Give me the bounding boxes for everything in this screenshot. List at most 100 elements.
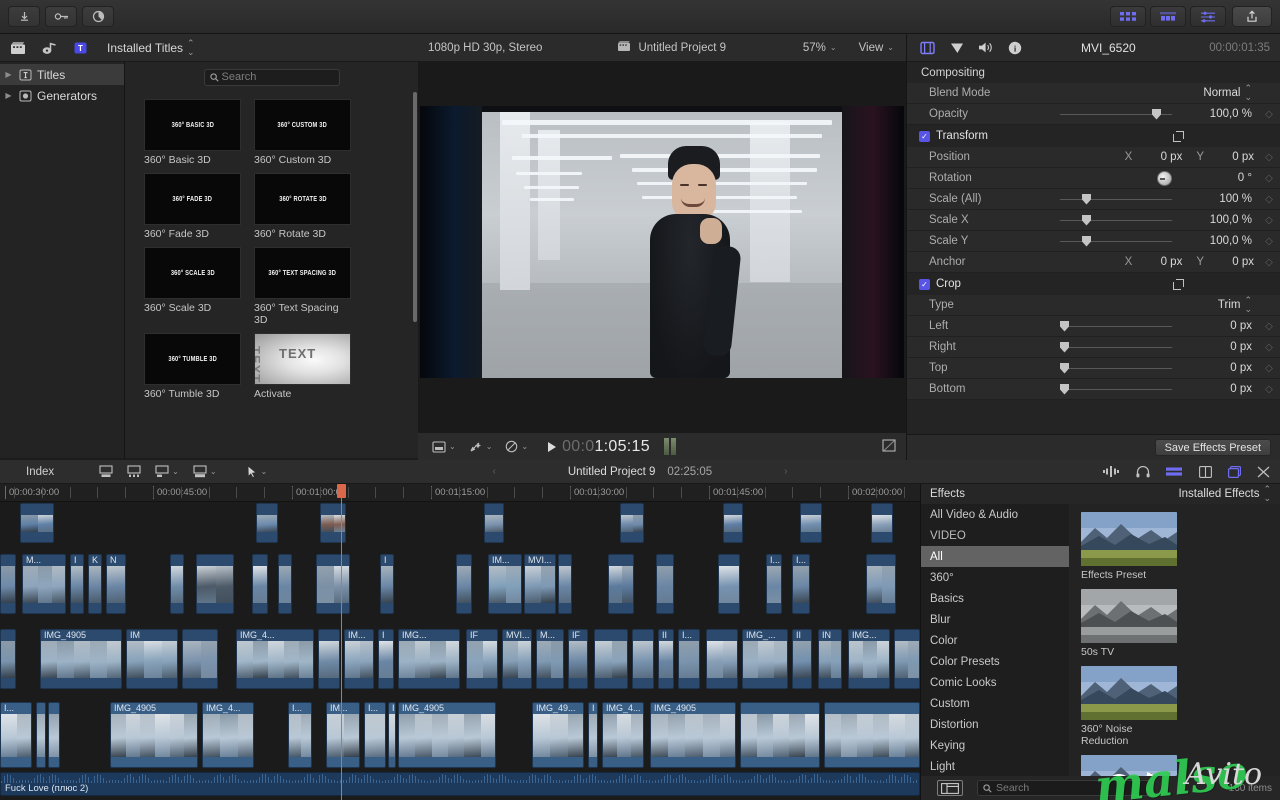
timeline-clip[interactable]: IMG...: [398, 629, 460, 689]
timeline-primary-clip[interactable]: IMG_4...: [202, 702, 254, 768]
title-item[interactable]: 360° TEXT SPACING 3D 360° Text Spacing 3D: [254, 247, 351, 326]
timeline-primary-clip[interactable]: I...: [288, 702, 312, 768]
effects-category-item[interactable]: Basics: [921, 588, 1069, 609]
title-item[interactable]: 360° BASIC 3D 360° Basic 3D: [144, 99, 241, 166]
clip-appearance-icon[interactable]: ⌄: [155, 465, 179, 478]
timeline-clip[interactable]: II: [792, 629, 812, 689]
timeline-toggle-icon[interactable]: [1150, 6, 1186, 27]
timeline-clip[interactable]: [800, 503, 822, 543]
timeline-clip[interactable]: IM: [126, 629, 178, 689]
forward-arrow-icon[interactable]: ›: [784, 466, 787, 477]
search-input[interactable]: Search: [203, 68, 340, 86]
timeline-clip[interactable]: [894, 629, 920, 689]
timeline-clip[interactable]: IMG_4...: [236, 629, 314, 689]
crop-row[interactable]: Left 0 px ◇: [907, 316, 1280, 337]
crop-onscreen-controls-icon[interactable]: [1172, 277, 1185, 291]
transform-row[interactable]: Scale X 100,0 % ◇: [907, 210, 1280, 231]
title-item[interactable]: 360° FADE 3D 360° Fade 3D: [144, 173, 241, 240]
timeline-clip[interactable]: [278, 554, 292, 614]
timeline-clip[interactable]: [316, 554, 350, 614]
background-tasks-icon[interactable]: [82, 6, 114, 27]
timeline-index-button[interactable]: Index: [26, 466, 54, 478]
timeline-clip[interactable]: [871, 503, 893, 543]
title-thumbnail[interactable]: TEXT TEXT: [254, 333, 351, 385]
opacity-slider[interactable]: [1060, 108, 1172, 120]
angle-editor-icon[interactable]: [1199, 465, 1212, 478]
timeline-primary-clip[interactable]: [48, 702, 60, 768]
timeline-clip[interactable]: IM...: [344, 629, 374, 689]
effect-item[interactable]: Effects Preset: [1081, 512, 1177, 581]
position-xy[interactable]: X0 px Y 0 px: [1125, 151, 1254, 163]
title-item[interactable]: TEXT TEXT Activate: [254, 333, 351, 400]
effects-category-item[interactable]: All: [921, 546, 1069, 567]
audio-lanes-icon[interactable]: [1166, 466, 1183, 477]
connect-icon[interactable]: [1257, 466, 1270, 478]
disclosure-triangle-icon[interactable]: ▶: [4, 70, 13, 79]
timeline-clip[interactable]: IMG...: [848, 629, 890, 689]
installed-effects-popup[interactable]: Installed Effects ⌃ ⌄: [1178, 485, 1271, 503]
crop-row[interactable]: Right 0 px ◇: [907, 337, 1280, 358]
effects-icon[interactable]: ⌄: [469, 441, 492, 453]
timeline-clip[interactable]: [608, 554, 634, 614]
blend-mode-row[interactable]: Blend Mode Normal ⌃ ⌄: [907, 83, 1280, 104]
browser-scrollbar[interactable]: [413, 92, 417, 322]
effects-category-item[interactable]: All Video & Audio: [921, 504, 1069, 525]
timeline-clip[interactable]: I...: [678, 629, 700, 689]
title-thumbnail[interactable]: 360° FADE 3D: [144, 173, 241, 225]
timeline-clip[interactable]: [20, 503, 54, 543]
info-inspector-icon[interactable]: i: [1006, 40, 1023, 56]
video-inspector-icon[interactable]: [919, 40, 936, 56]
title-item[interactable]: 360° SCALE 3D 360° Scale 3D: [144, 247, 241, 326]
headphone-icon[interactable]: [1136, 465, 1150, 478]
transform-checkbox[interactable]: ✓: [919, 130, 930, 142]
media-browser-icon[interactable]: [9, 40, 27, 56]
keyframe-button[interactable]: ◇: [1258, 215, 1280, 226]
crop-row[interactable]: Bottom 0 px ◇: [907, 379, 1280, 400]
title-item[interactable]: 360° ROTATE 3D 360° Rotate 3D: [254, 173, 351, 240]
save-effects-preset-button[interactable]: Save Effects Preset: [1154, 439, 1271, 456]
timeline-primary-clip[interactable]: IM...: [326, 702, 360, 768]
color-inspector-icon[interactable]: [948, 40, 965, 56]
timeline-clip[interactable]: [866, 554, 896, 614]
inspector-toggle-icon[interactable]: [1190, 6, 1226, 27]
keyframe-button[interactable]: ◇: [1258, 236, 1280, 247]
timeline-clip[interactable]: MVI...: [502, 629, 532, 689]
browser-title[interactable]: Installed Titles ⌃ ⌄: [107, 38, 195, 57]
effects-category-item[interactable]: Color Presets: [921, 651, 1069, 672]
keyframe-button[interactable]: ◇: [1258, 384, 1280, 395]
timeline-clip[interactable]: I...: [792, 554, 810, 614]
timeline-primary-clip[interactable]: [824, 702, 920, 768]
timeline-ruler[interactable]: 00:00:30:00 00:00:45:00 00:01:00:00 00:01:1…: [0, 484, 920, 502]
x-value[interactable]: 0 px: [1136, 151, 1183, 163]
param-value[interactable]: 100,0 %: [1180, 235, 1258, 247]
transform-row[interactable]: Scale (All) 100 % ◇: [907, 189, 1280, 210]
timeline-primary-clip[interactable]: IMG_4...: [602, 702, 644, 768]
timeline-clip[interactable]: I: [378, 629, 394, 689]
viewer-view-popup[interactable]: View ⌄: [859, 42, 894, 54]
crop-type-row[interactable]: Type Trim ⌃ ⌄: [907, 295, 1280, 316]
music-browser-icon[interactable]: [40, 40, 58, 56]
param-value[interactable]: 0 px: [1180, 383, 1258, 395]
effects-category-item[interactable]: Distortion: [921, 714, 1069, 735]
param-value[interactable]: 0 px: [1180, 341, 1258, 353]
opacity-value[interactable]: 100,0 %: [1180, 108, 1258, 120]
opacity-row[interactable]: Opacity 100,0 % ◇: [907, 104, 1280, 125]
effects-category-item[interactable]: Keying: [921, 735, 1069, 756]
audio-inspector-icon[interactable]: [977, 40, 994, 56]
title-thumbnail[interactable]: 360° SCALE 3D: [144, 247, 241, 299]
effects-category-item[interactable]: Color: [921, 630, 1069, 651]
timeline-clip[interactable]: [484, 503, 504, 543]
timeline-clip[interactable]: N: [106, 554, 126, 614]
retime-icon[interactable]: ⌄: [505, 440, 528, 453]
timeline-primary-clip[interactable]: IMG_4905: [398, 702, 496, 768]
playhead-handle[interactable]: [337, 484, 346, 498]
viewer-zoom-popup[interactable]: 57% ⌄: [803, 42, 837, 54]
timeline-clip[interactable]: IMG_4905: [40, 629, 122, 689]
effects-category-item[interactable]: Comic Looks: [921, 672, 1069, 693]
timeline-clip[interactable]: [182, 629, 218, 689]
share-icon[interactable]: [1232, 6, 1272, 27]
timeline-clip[interactable]: [170, 554, 184, 614]
timeline-clip[interactable]: I: [70, 554, 84, 614]
viewer-layout-icon[interactable]: ⌄: [432, 440, 456, 453]
timeline-primary-clip[interactable]: [36, 702, 46, 768]
